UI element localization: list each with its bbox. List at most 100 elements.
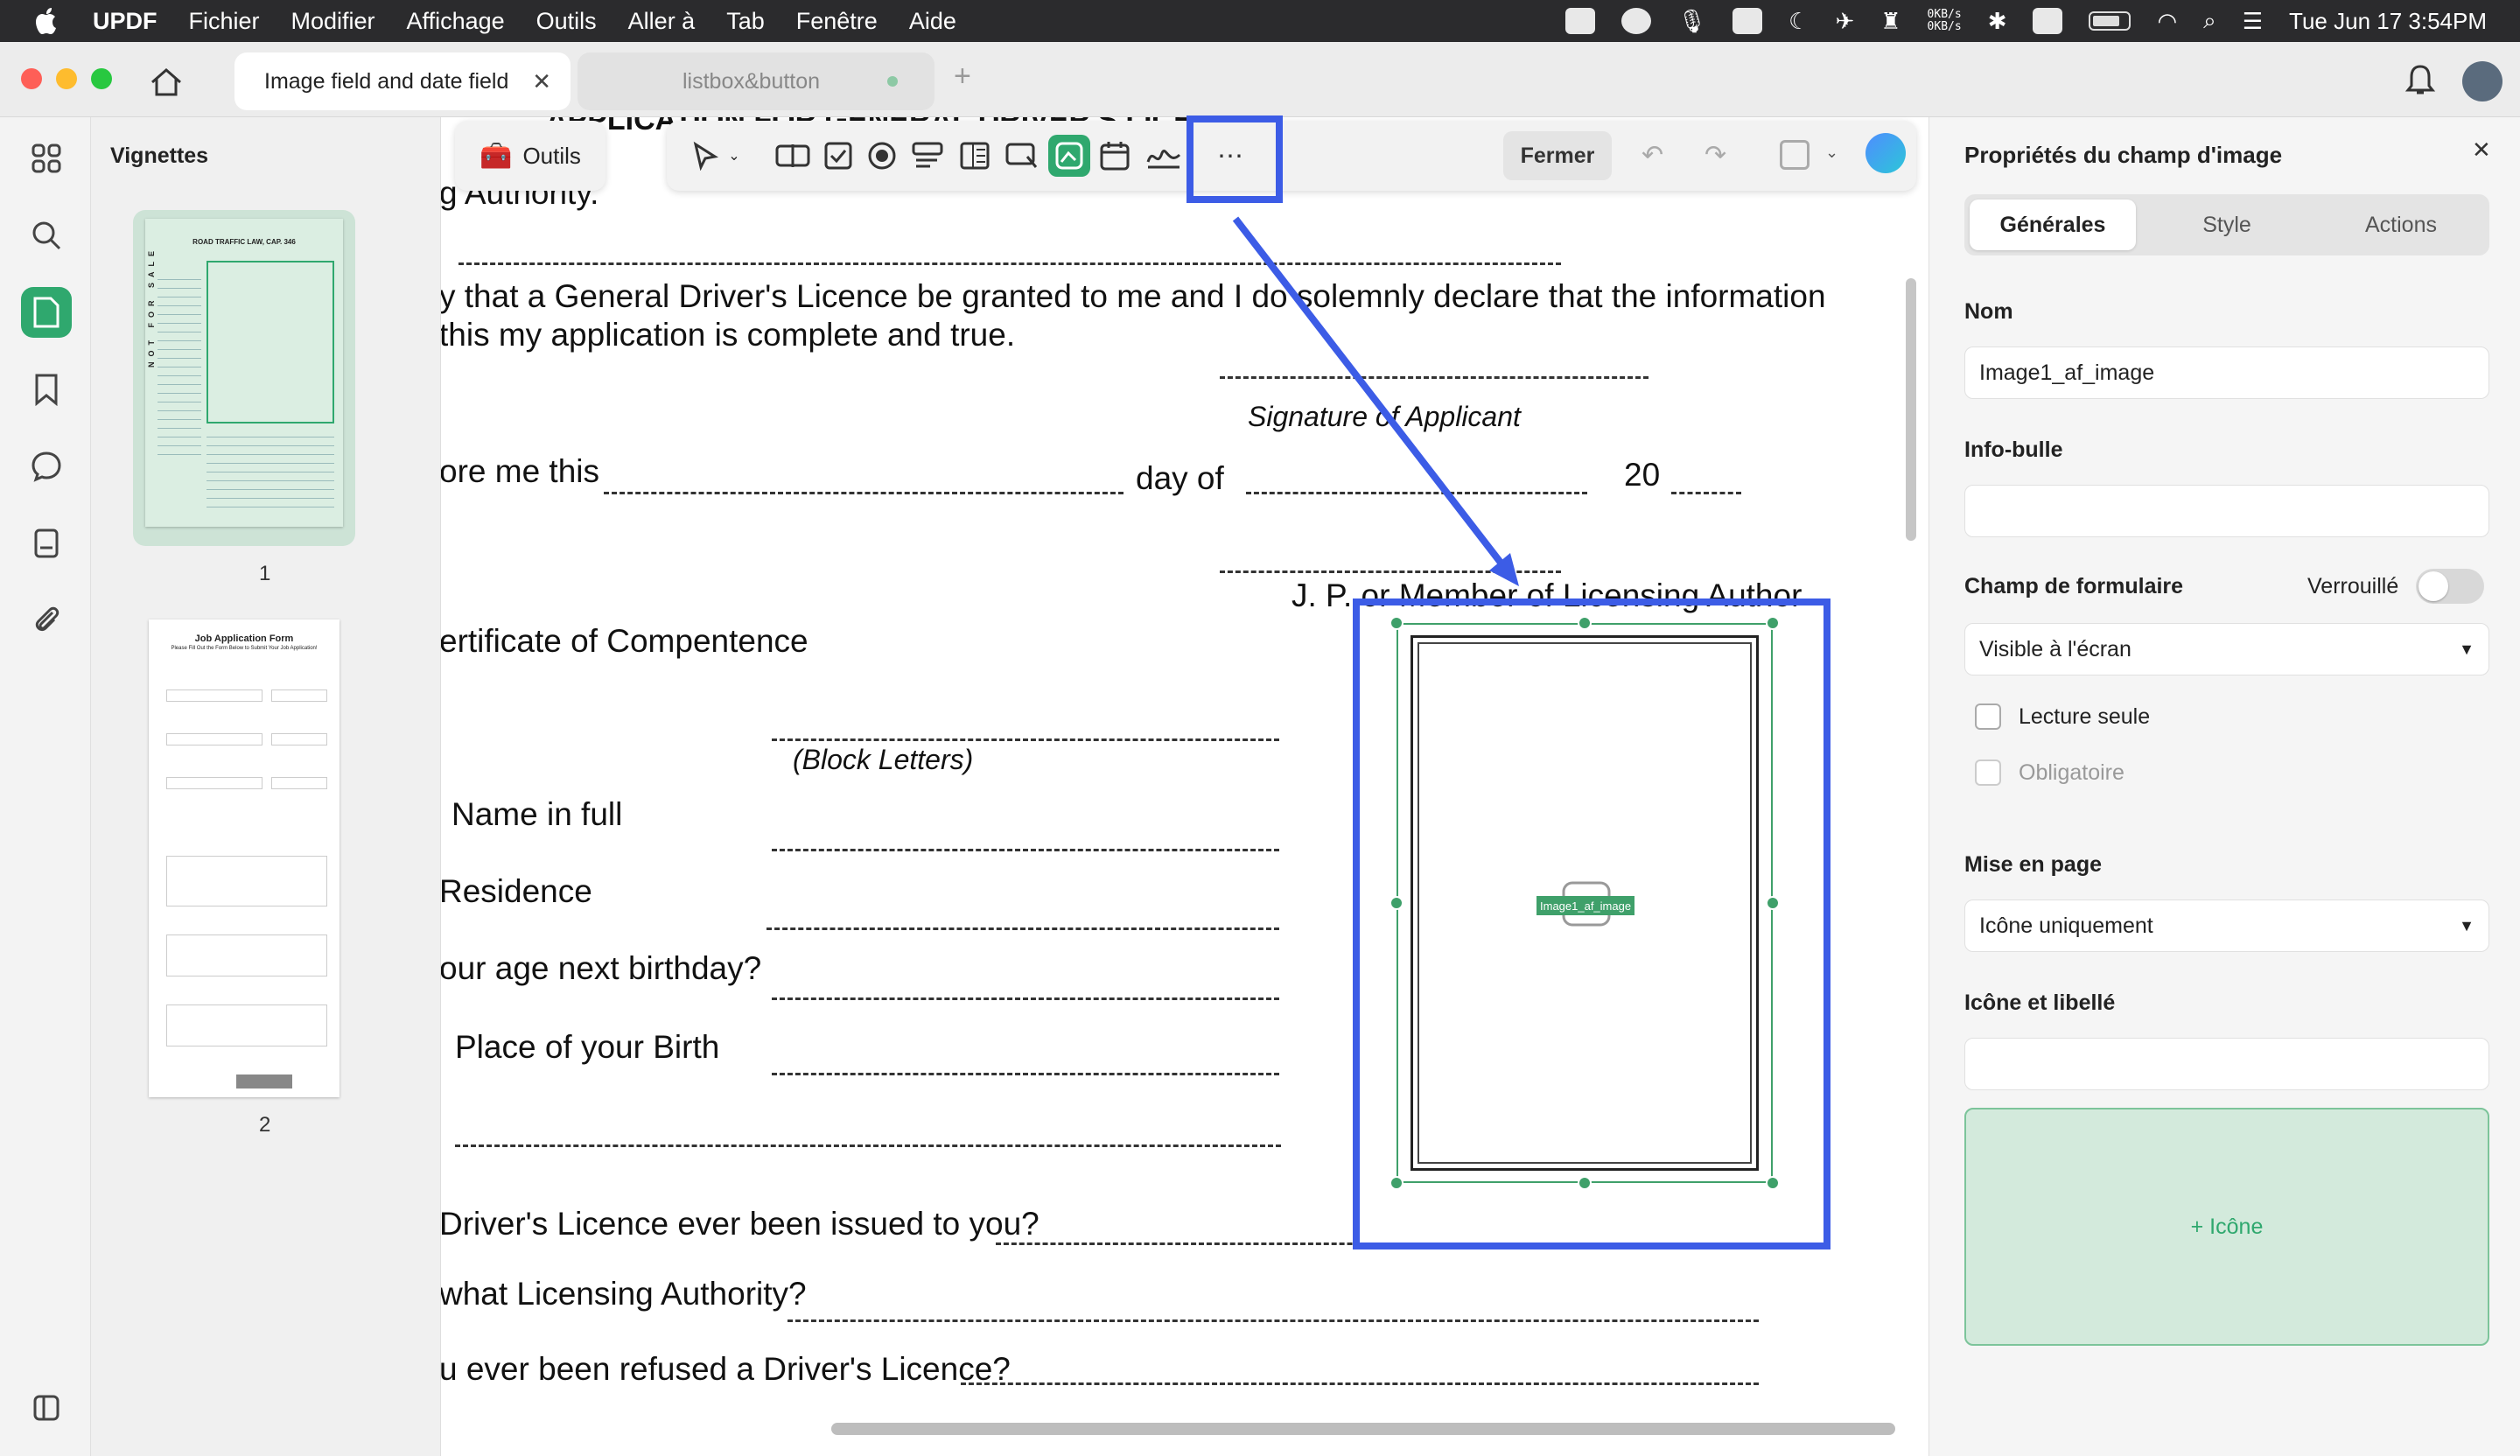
clock[interactable]: Tue Jun 17 3:54PM — [2289, 8, 2487, 35]
required-checkbox[interactable] — [1975, 760, 2001, 786]
doc-line: u ever been refused a Driver's Licence? — [441, 1351, 1011, 1387]
new-tab-icon[interactable]: + — [954, 60, 971, 94]
thumbnail-page-1[interactable]: ROAD TRAFFIC LAW, CAP. 346 NOT FOR SALE — [133, 210, 355, 546]
layout-select[interactable]: Icône uniquement ▼ — [1964, 900, 2489, 952]
tooltip-label: Info-bulle — [1964, 438, 2063, 462]
tab-generales[interactable]: Générales — [1970, 200, 2136, 250]
radio-button-field-icon[interactable] — [861, 135, 903, 177]
properties-panel: Propriétés du champ d'image ✕ Générales … — [1928, 117, 2520, 1456]
thumbnail-page-2[interactable]: Job Application Form Please Fill Out the… — [133, 620, 355, 1097]
menu-affichage[interactable]: Affichage — [407, 8, 505, 35]
doc-line: ertificate of Compentence — [441, 623, 808, 659]
tab-style[interactable]: Style — [2144, 200, 2310, 250]
sidebar-toggle-icon[interactable] — [21, 1382, 72, 1433]
layout-label: Mise en page — [1964, 852, 2102, 877]
thumbnails-title: Vignettes — [110, 144, 209, 168]
locked-label: Verrouillé — [2307, 574, 2399, 598]
bookmark-icon[interactable] — [21, 364, 72, 415]
add-icon-button[interactable]: + Icône — [1964, 1108, 2489, 1346]
apple-icon[interactable] — [33, 6, 60, 36]
doc-line: our age next birthday? — [441, 950, 762, 986]
save-icon[interactable] — [1780, 140, 1810, 170]
page-2-upload-box — [166, 1004, 327, 1046]
doc-line: this my application is complete and true… — [441, 317, 1016, 353]
doc-dash — [772, 738, 1279, 741]
redo-icon[interactable]: ↷ — [1704, 140, 1726, 171]
readonly-checkbox[interactable] — [1975, 704, 2001, 730]
menu-app-name[interactable]: UPDF — [93, 8, 158, 35]
avatar[interactable] — [2462, 61, 2502, 102]
outils-button[interactable]: 🧰 Outils — [455, 121, 606, 191]
visibility-select[interactable]: Visible à l'écran ▼ — [1964, 623, 2489, 676]
list-box-field-icon[interactable] — [954, 135, 996, 177]
emoji-icon[interactable] — [1621, 8, 1652, 34]
status-tool-icon[interactable]: ♜ — [1880, 8, 1900, 35]
menu-modifier[interactable]: Modifier — [291, 8, 375, 35]
battery-icon[interactable] — [2089, 11, 2132, 31]
button-field-icon[interactable] — [1001, 135, 1043, 177]
tab-actions[interactable]: Actions — [2318, 200, 2484, 250]
net-down: 0KB/s — [1927, 20, 1962, 33]
close-panel-icon[interactable]: ✕ — [2472, 136, 2491, 164]
minimize-window-button[interactable] — [56, 68, 77, 89]
name-label: Nom — [1964, 299, 2013, 324]
required-checkbox-row[interactable]: Obligatoire — [1975, 760, 2124, 786]
control-center-icon[interactable]: ☰ — [2243, 8, 2263, 35]
notification-bell-icon[interactable] — [2404, 63, 2436, 98]
grid-view-icon[interactable] — [21, 133, 72, 184]
close-tab-icon[interactable]: ✕ — [532, 68, 551, 95]
doc-line: what Licensing Authority? — [441, 1276, 807, 1312]
date-field-icon[interactable] — [1094, 135, 1136, 177]
wifi-icon[interactable]: ◠ — [2157, 8, 2177, 35]
doc-dash — [1671, 492, 1741, 494]
checkbox-field-icon[interactable] — [817, 135, 859, 177]
form-editing-icon[interactable] — [21, 287, 72, 338]
attachment-icon[interactable] — [21, 595, 72, 646]
locked-toggle[interactable] — [2416, 569, 2484, 604]
menu-aller-a[interactable]: Aller à — [628, 8, 696, 35]
tab-listbox-button[interactable]: listbox&button — [578, 52, 934, 110]
tab-image-field[interactable]: Image field and date field ✕ — [234, 52, 570, 110]
document-icon[interactable] — [21, 518, 72, 569]
status-bird-icon[interactable]: ✈ — [1835, 8, 1854, 35]
page-number-1: 1 — [259, 562, 271, 585]
bluetooth-icon[interactable]: ✱ — [1988, 8, 2007, 35]
moon-icon[interactable]: ☾ — [1788, 8, 1809, 35]
microphone-icon[interactable]: 🎙 — [1677, 8, 1706, 35]
status-s-icon[interactable] — [2033, 8, 2063, 34]
chevron-down-icon[interactable]: ⌄ — [1825, 144, 1838, 162]
undo-icon[interactable]: ↶ — [1642, 140, 1663, 171]
name-input[interactable]: Image1_af_image — [1964, 346, 2489, 399]
menu-fenetre[interactable]: Fenêtre — [796, 8, 878, 35]
combo-box-field-icon[interactable] — [906, 135, 948, 177]
select-cursor-icon[interactable] — [684, 135, 726, 177]
readonly-checkbox-row[interactable]: Lecture seule — [1975, 704, 2150, 730]
comment-icon[interactable] — [21, 441, 72, 492]
ai-assistant-icon[interactable] — [1866, 133, 1906, 173]
doc-line: Place of your Birth — [455, 1029, 720, 1065]
menu-aide[interactable]: Aide — [909, 8, 956, 35]
home-icon[interactable] — [149, 66, 184, 98]
horizontal-scrollbar[interactable] — [831, 1423, 1895, 1435]
search-icon[interactable] — [21, 210, 72, 261]
tooltip-input[interactable] — [1964, 485, 2489, 537]
menu-outils[interactable]: Outils — [536, 8, 597, 35]
menu-fichier[interactable]: Fichier — [189, 8, 260, 35]
text-field-icon[interactable] — [772, 135, 814, 177]
zoom-window-button[interactable] — [91, 68, 112, 89]
signature-field-icon[interactable] — [1143, 135, 1185, 177]
doc-dash — [604, 492, 1124, 494]
vertical-scrollbar[interactable] — [1906, 278, 1916, 541]
icon-label-input[interactable] — [1964, 1038, 2489, 1090]
spotlight-search-icon[interactable]: ⌕ — [2203, 7, 2216, 35]
image-field-tool-icon[interactable] — [1048, 135, 1090, 177]
input-method-icon[interactable] — [1732, 8, 1763, 34]
chevron-down-icon[interactable]: ⌄ — [721, 135, 747, 177]
fermer-button[interactable]: Fermer — [1503, 131, 1612, 180]
close-window-button[interactable] — [21, 68, 42, 89]
doc-dash — [766, 928, 1279, 930]
status-app-icon[interactable] — [1565, 8, 1596, 34]
menu-bar: UPDF Fichier Modifier Affichage Outils A… — [0, 0, 2520, 42]
menu-tab[interactable]: Tab — [726, 8, 765, 35]
dropdown-caret-icon: ▼ — [2459, 916, 2474, 934]
